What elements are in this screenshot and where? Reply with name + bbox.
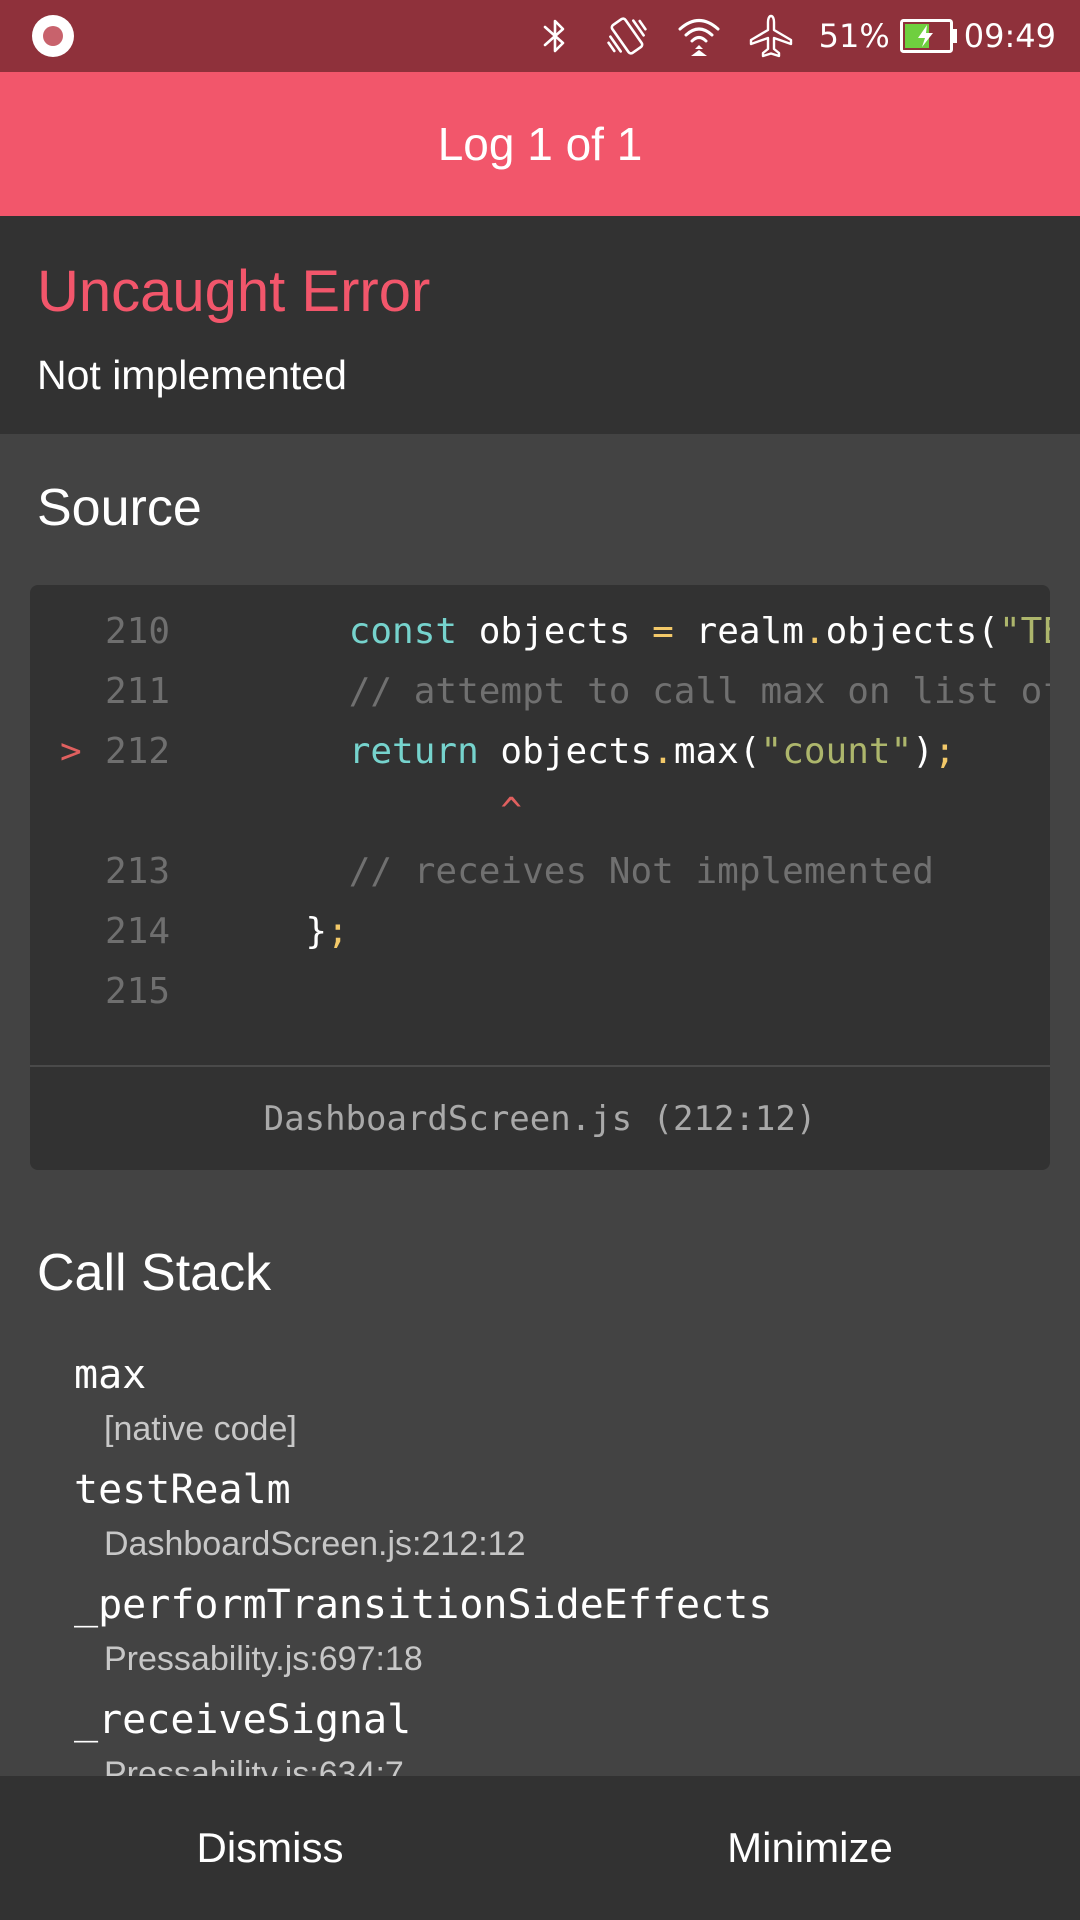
record-icon [32,15,74,57]
source-file-location[interactable]: DashboardScreen.js (212:12) [30,1067,1050,1170]
code-token: "TE [998,611,1050,652]
stack-frame-name: _performTransitionSideEffects [74,1582,773,1628]
minimize-button[interactable]: Minimize [540,1776,1080,1920]
line-number: 215 [105,971,171,1012]
error-title: Uncaught Error [37,259,431,324]
line-code: return objects.max("count"); [262,731,1050,772]
stack-frame[interactable]: max [native code] [0,1352,1080,1464]
status-bar: 51% 09:49 [0,0,1080,72]
status-icons: 51% 09:49 [531,0,1056,72]
code-token: } [305,911,328,952]
code-token: objects( [825,611,999,652]
code-line: 210 const objects = realm.objects("TE [30,611,1050,671]
code-token: = [652,611,674,652]
log-header: Log 1 of 1 [0,72,1080,216]
stack-frame-location: Pressability.js:697:18 [104,1640,423,1678]
code-line: ^ [30,791,1050,851]
line-number: 211 [105,671,171,712]
code-token: . [652,731,674,772]
stack-frame[interactable]: testRealm DashboardScreen.js:212:12 [0,1467,1080,1579]
code-token: // attempt to call max on list of [348,671,1050,712]
error-summary: Uncaught Error Not implemented [0,216,1080,434]
code-token: max( [673,731,761,772]
dismiss-button[interactable]: Dismiss [0,1776,540,1920]
code-lines: 210 const objects = realm.objects("TE211… [30,585,1050,1065]
code-token: ) [912,731,934,772]
bluetooth-icon [531,12,579,60]
line-code: // receives Not implemented [262,851,1050,892]
battery-charging-icon [899,19,958,53]
code-token: ; [327,911,349,952]
line-number: 212 [105,731,171,772]
code-token: realm [673,611,804,652]
code-line: 213 // receives Not implemented [30,851,1050,911]
battery-percent: 51% [818,17,890,55]
code-line: 214 }; [30,911,1050,971]
stack-frame-location: DashboardScreen.js:212:12 [104,1525,526,1563]
stack-frame-name: max [74,1352,147,1398]
line-number: 213 [105,851,171,892]
code-token: // receives Not implemented [348,851,934,892]
stack-frame-location: [native code] [104,1410,297,1448]
line-number: 210 [105,611,171,652]
error-line-marker: > [60,731,82,772]
vibrate-icon [603,12,651,60]
code-token: objects [478,731,653,772]
code-token: const [348,611,458,652]
clock: 09:49 [963,17,1056,55]
wifi-icon [675,12,723,60]
code-token: ^ [500,791,523,832]
code-token: "count" [760,731,913,772]
line-number: 214 [105,911,171,952]
code-token: objects [457,611,653,652]
airplane-icon [747,12,795,60]
code-line: 211 // attempt to call max on list of [30,671,1050,731]
line-code: }; [262,911,1050,952]
line-code: ^ [262,791,1050,832]
stack-frame-name: testRealm [74,1467,291,1513]
error-message: Not implemented [37,352,347,398]
code-token: ; [933,731,956,772]
bottom-action-bar: Dismiss Minimize [0,1776,1080,1920]
line-code: // attempt to call max on list of [262,671,1050,712]
call-stack-heading: Call Stack [37,1244,272,1302]
stack-frame[interactable]: _performTransitionSideEffects Pressabilit… [0,1582,1080,1694]
code-token: . [803,611,826,652]
log-counter-title: Log 1 of 1 [437,118,643,170]
line-code: const objects = realm.objects("TE [262,611,1050,652]
source-heading: Source [37,479,202,537]
stack-frame-name: _receiveSignal [74,1697,412,1743]
code-line: 215 [30,971,1050,1031]
code-token: return [348,731,479,772]
code-line: >212 return objects.max("count"); [30,731,1050,791]
source-code-frame[interactable]: 210 const objects = realm.objects("TE211… [30,585,1050,1170]
